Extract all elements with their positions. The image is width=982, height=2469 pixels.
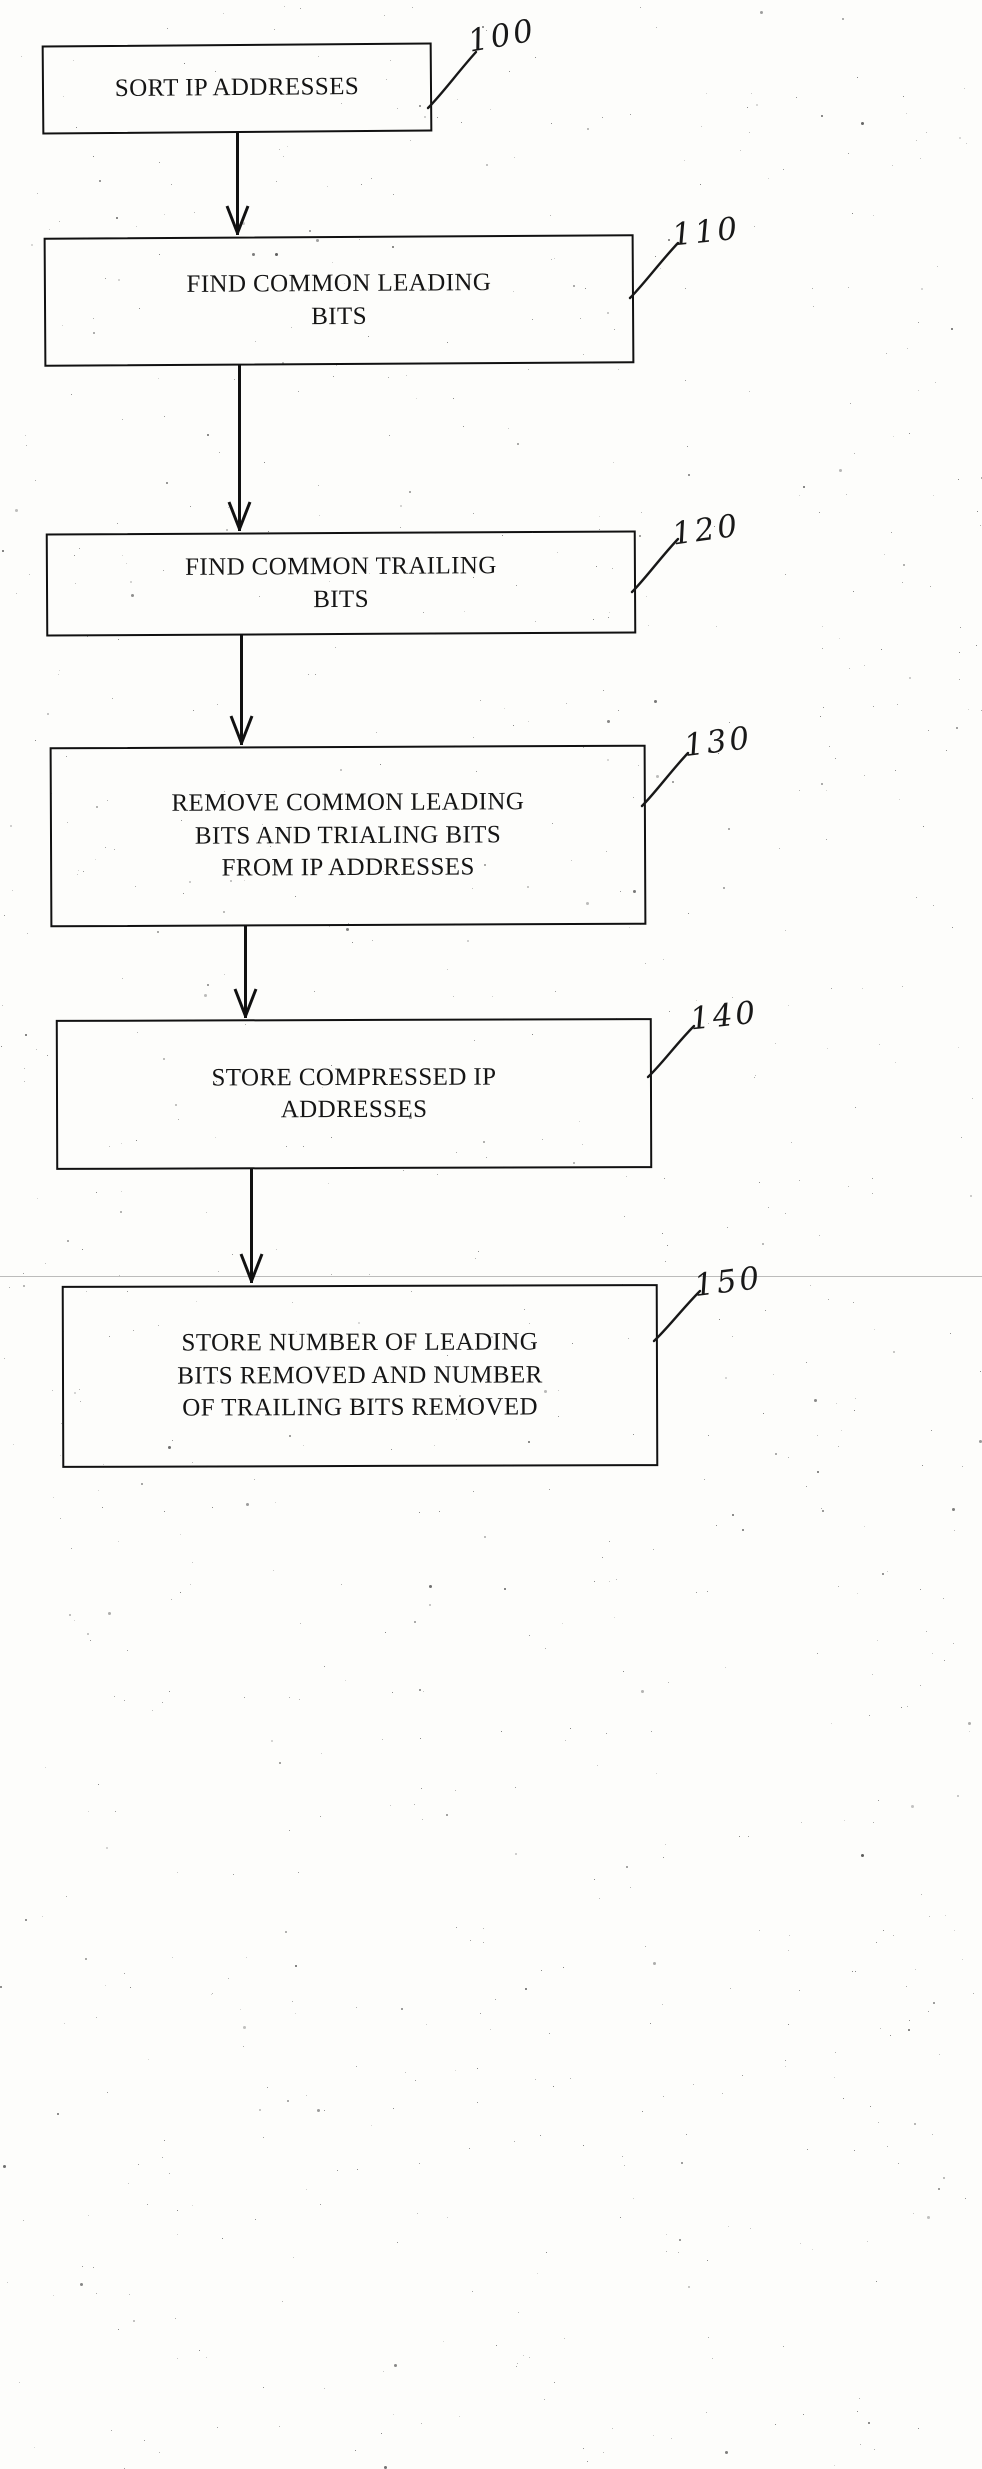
flowchart-node-store-compressed-ip-addresses: STORE COMPRESSED IP ADDRESSES (55, 1018, 653, 1170)
patent-figure-page: SORT IP ADDRESSES 100 FIND COMMON LEADIN… (0, 0, 982, 2469)
arrowhead-icon (229, 715, 254, 745)
arrowhead-icon (233, 988, 258, 1018)
arrowhead-icon (227, 501, 252, 531)
reference-numeral-150: 150 (692, 1259, 765, 1305)
flowchart-node-label: FIND COMMON TRAILING BITS (184, 552, 497, 613)
flowchart-edge-120-130 (229, 635, 254, 745)
reference-numeral-130: 130 (682, 719, 755, 765)
flowchart-node-label: REMOVE COMMON LEADING BITS AND TRIALING … (171, 788, 525, 882)
arrowhead-icon (239, 1253, 264, 1283)
flowchart-node-sort-ip-addresses: SORT IP ADDRESSES (41, 42, 433, 135)
flowchart-edge-100-110 (225, 133, 250, 235)
flowchart-node-store-bit-counts: STORE NUMBER OF LEADING BITS REMOVED AND… (61, 1284, 659, 1468)
flowchart-node-find-common-leading-bits: FIND COMMON LEADING BITS (43, 234, 635, 367)
flowchart-node-label: FIND COMMON LEADING BITS (186, 269, 492, 330)
reference-numeral-100: 100 (465, 12, 539, 60)
arrowhead-icon (225, 205, 250, 235)
flowchart-edge-140-150 (239, 1169, 264, 1283)
flowchart-edge-110-120 (227, 365, 252, 531)
reference-numeral-110: 110 (670, 210, 742, 254)
flowchart-node-label: STORE NUMBER OF LEADING BITS REMOVED AND… (177, 1328, 543, 1422)
flowchart-node-label: SORT IP ADDRESSES (114, 73, 360, 103)
flowchart-node-remove-common-bits: REMOVE COMMON LEADING BITS AND TRIALING … (49, 744, 647, 928)
flowchart-node-find-common-trailing-bits: FIND COMMON TRAILING BITS (45, 530, 637, 637)
reference-numeral-120: 120 (669, 507, 743, 553)
scan-speckle-layer (0, 0, 982, 2469)
reference-numeral-140: 140 (688, 994, 760, 1038)
flowchart-edge-130-140 (233, 926, 258, 1018)
scan-artifact-line (0, 1276, 982, 1277)
flowchart-node-label: STORE COMPRESSED IP ADDRESSES (211, 1063, 497, 1124)
